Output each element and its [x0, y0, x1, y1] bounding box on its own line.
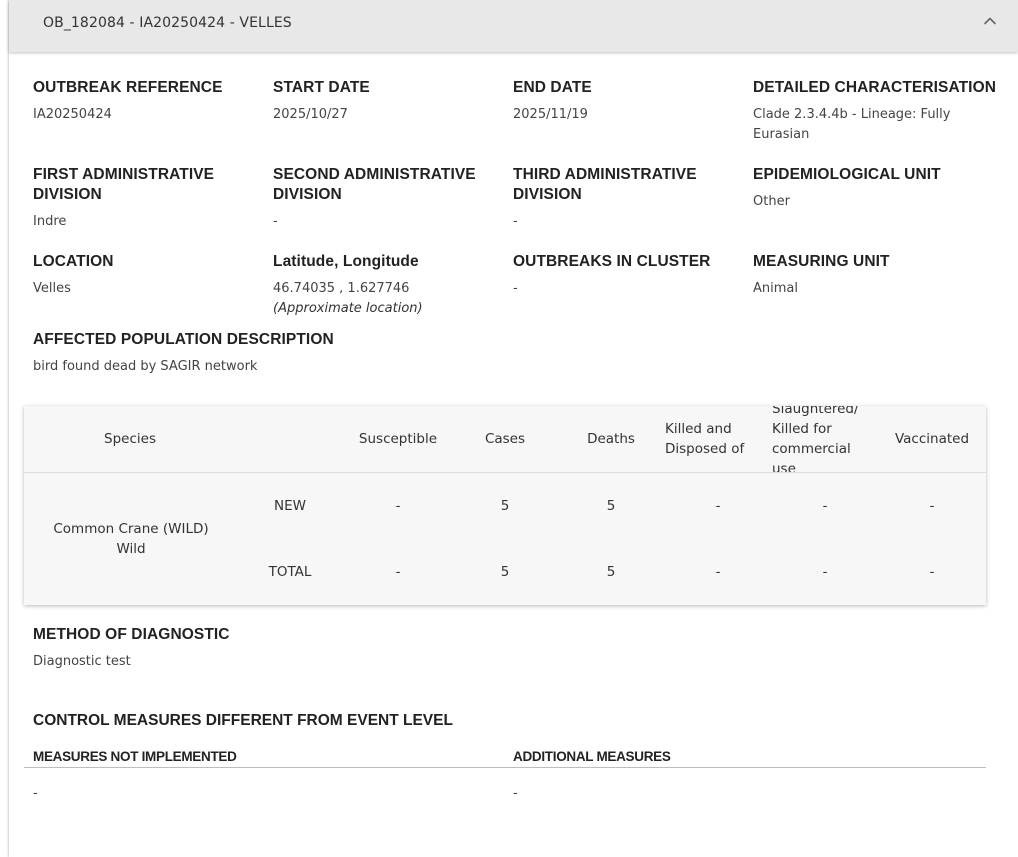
field-location: LOCATION Velles — [33, 252, 273, 299]
chevron-up-icon[interactable] — [982, 13, 998, 29]
field-lat-long: Latitude, Longitude 46.74035 , 1.627746 … — [273, 252, 513, 319]
measures-divider — [24, 767, 986, 768]
header-killed-disposed: Killed and Disposed of — [665, 421, 745, 457]
third-admin-division-value: - — [513, 214, 518, 229]
row-total-slaughtered: - — [822, 564, 828, 580]
detailed-characterisation-label: DETAILED CHARACTERISATION — [753, 79, 997, 96]
end-date-label: END DATE — [513, 79, 592, 96]
field-start-date: START DATE 2025/10/27 — [273, 78, 513, 125]
measuring-unit-label: MEASURING UNIT — [753, 253, 890, 270]
epidemiological-unit-label: EPIDEMIOLOGICAL UNIT — [753, 166, 941, 183]
field-measuring-unit: MEASURING UNIT Animal — [753, 252, 993, 299]
row-new-cases: 5 — [500, 498, 510, 514]
row-new-killed-disposed: - — [715, 498, 721, 514]
control-measures-title: CONTROL MEASURES DIFFERENT FROM EVENT LE… — [33, 712, 453, 729]
field-epidemiological-unit: EPIDEMIOLOGICAL UNIT Other — [753, 165, 998, 212]
field-detailed-characterisation: DETAILED CHARACTERISATION Clade 2.3.4.4b… — [753, 78, 998, 145]
end-date-value: 2025/11/19 — [513, 107, 588, 122]
field-third-admin-division: THIRD ADMINISTRATIVE DIVISION - — [513, 165, 728, 232]
epidemiological-unit-value: Other — [753, 194, 790, 209]
detailed-characterisation-value: Clade 2.3.4.4b - Lineage: Fully Eurasian — [753, 107, 951, 142]
outbreak-reference-value: IA20250424 — [33, 107, 112, 122]
third-admin-division-label: THIRD ADMINISTRATIVE DIVISION — [513, 166, 697, 203]
row-new-susceptible: - — [395, 498, 401, 514]
diagnostic-value: Diagnostic test — [33, 654, 131, 669]
additional-measures-label: ADDITIONAL MEASURES — [513, 749, 671, 764]
measures-not-implemented-label: MEASURES NOT IMPLEMENTED — [33, 749, 237, 764]
species-name: Common Crane (WILD) — [53, 521, 209, 537]
header-cases: Cases — [484, 431, 526, 447]
header-susceptible: Susceptible — [358, 431, 438, 447]
field-affected-population: AFFECTED POPULATION DESCRIPTION bird fou… — [33, 330, 533, 377]
location-label: LOCATION — [33, 253, 114, 270]
row-total-type: TOTAL — [268, 564, 312, 580]
row-total-vaccinated: - — [929, 564, 935, 580]
panel-title: OB_182084 - IA20250424 - VELLES — [43, 15, 292, 31]
row-new-vaccinated: - — [929, 498, 935, 514]
first-admin-division-value: Indre — [33, 214, 67, 229]
header-slaughtered: Slaughtered/ Killed for commercial use — [772, 406, 859, 473]
measuring-unit-value: Animal — [753, 281, 798, 296]
second-admin-division-value: - — [273, 214, 278, 229]
header-deaths: Deaths — [587, 431, 635, 447]
lat-long-note: (Approximate location) — [273, 301, 423, 316]
first-admin-division-label: FIRST ADMINISTRATIVE DIVISION — [33, 166, 215, 203]
measures-not-implemented-value: - — [33, 786, 38, 801]
affected-population-label: AFFECTED POPULATION DESCRIPTION — [33, 331, 334, 348]
row-total-susceptible: - — [395, 564, 401, 580]
row-total-killed-disposed: - — [715, 564, 721, 580]
field-first-admin-division: FIRST ADMINISTRATIVE DIVISION Indre — [33, 165, 253, 232]
header-species: Species — [104, 431, 156, 447]
diagnostic-label: METHOD OF DIAGNOSTIC — [33, 626, 230, 643]
panel-header[interactable]: OB_182084 - IA20250424 - VELLES — [9, 0, 1018, 52]
second-admin-division-label: SECOND ADMINISTRATIVE DIVISION — [273, 166, 476, 203]
row-new-type: NEW — [274, 498, 306, 514]
table-header-divider — [24, 472, 986, 473]
row-new-deaths: 5 — [606, 498, 616, 514]
start-date-label: START DATE — [273, 79, 370, 96]
outbreaks-in-cluster-label: OUTBREAKS IN CLUSTER — [513, 253, 711, 270]
lat-long-label: Latitude, Longitude — [273, 253, 419, 270]
species-table: Species Susceptible Cases Deaths Killed … — [24, 406, 986, 605]
field-end-date: END DATE 2025/11/19 — [513, 78, 753, 125]
outbreak-reference-label: OUTBREAK REFERENCE — [33, 79, 223, 96]
location-value: Velles — [33, 281, 71, 296]
outbreaks-in-cluster-value: - — [513, 281, 518, 296]
field-outbreak-reference: OUTBREAK REFERENCE IA20250424 — [33, 78, 273, 125]
row-total-deaths: 5 — [606, 564, 616, 580]
field-diagnostic: METHOD OF DIAGNOSTIC Diagnostic test — [33, 625, 433, 672]
start-date-value: 2025/10/27 — [273, 107, 348, 122]
row-total-cases: 5 — [500, 564, 510, 580]
lat-long-value: 46.74035 , 1.627746 — [273, 281, 410, 296]
field-second-admin-division: SECOND ADMINISTRATIVE DIVISION - — [273, 165, 498, 232]
species-type: Wild — [116, 541, 146, 557]
additional-measures-value: - — [513, 786, 518, 801]
field-outbreaks-in-cluster: OUTBREAKS IN CLUSTER - — [513, 252, 753, 299]
header-vaccinated: Vaccinated — [894, 431, 970, 447]
row-new-slaughtered: - — [822, 498, 828, 514]
affected-population-value: bird found dead by SAGIR network — [33, 359, 258, 374]
